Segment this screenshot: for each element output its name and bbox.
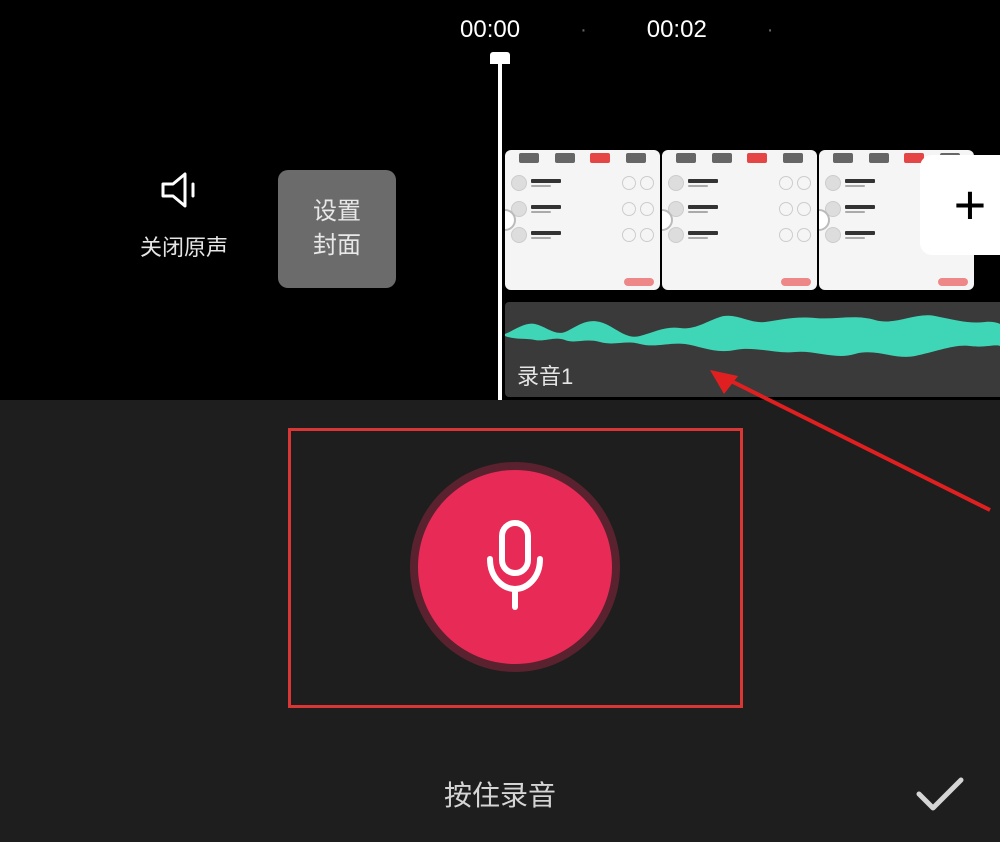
add-clip-button[interactable]: +: [920, 155, 1000, 255]
confirm-button[interactable]: [910, 764, 970, 824]
time-label-start: 00:00: [460, 16, 520, 44]
timeline-section: 00:00 · 00:02 · 关闭原声 设置 封面: [0, 0, 1000, 400]
microphone-icon: [480, 517, 550, 617]
mute-label: 关闭原声: [140, 230, 228, 262]
playhead[interactable]: [498, 60, 502, 400]
set-cover-button[interactable]: 设置 封面: [278, 170, 396, 288]
record-hint-label: 按住录音: [444, 774, 556, 814]
plus-icon: +: [954, 177, 987, 233]
record-button[interactable]: [418, 470, 612, 664]
time-ruler: 00:00 · 00:02 ·: [0, 0, 1000, 60]
audio-track-label: 录音1: [517, 359, 573, 391]
cover-label-line2: 封面: [313, 229, 361, 263]
cover-label-line1: 设置: [313, 195, 361, 229]
record-section: 按住录音: [0, 400, 1000, 842]
video-clip[interactable]: [505, 150, 660, 290]
mute-original-sound-button[interactable]: 关闭原声: [140, 170, 228, 262]
video-clip[interactable]: [662, 150, 817, 290]
waveform-icon: [505, 302, 1000, 367]
audio-track[interactable]: 录音1: [505, 302, 1000, 397]
checkmark-icon: [915, 774, 965, 814]
time-label-mid: 00:02: [647, 16, 707, 44]
time-tick: ·: [767, 19, 774, 42]
speaker-icon: [159, 170, 209, 210]
time-tick: ·: [580, 19, 587, 42]
